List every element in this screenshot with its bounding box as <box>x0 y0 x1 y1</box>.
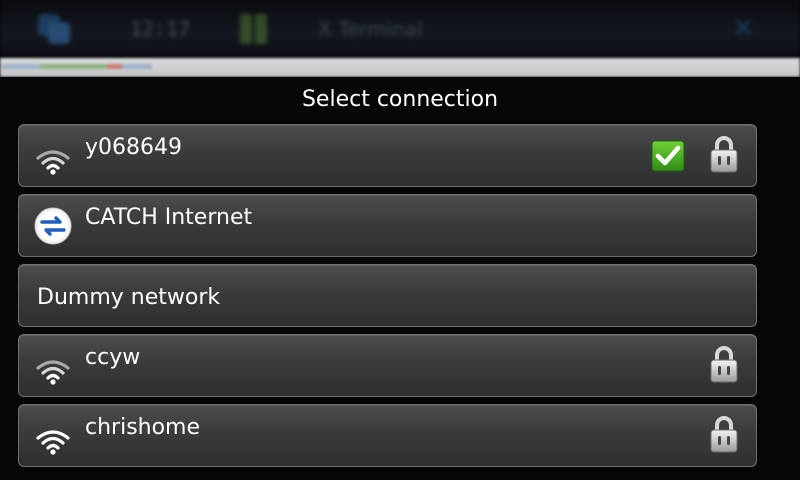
padlock-icon <box>710 416 738 453</box>
connection-name: CATCH Internet <box>85 205 253 230</box>
app-switcher-icon[interactable] <box>38 14 78 44</box>
checkmark-icon <box>651 140 685 172</box>
terminal-background <box>0 58 800 77</box>
connection-row-catch-internet[interactable]: CATCH Internet <box>18 194 757 257</box>
padlock-icon <box>710 136 738 173</box>
cellular-data-icon <box>34 207 72 245</box>
wifi-signal-icon <box>36 150 70 175</box>
close-icon[interactable]: ✕ <box>728 14 758 44</box>
wifi-signal-icon <box>36 360 70 385</box>
connection-name: ccyw <box>85 345 141 370</box>
status-bar: 12:17 X Terminal ✕ <box>0 0 800 58</box>
app-title[interactable]: X Terminal <box>318 14 478 44</box>
wifi-signal-icon <box>36 430 70 455</box>
connection-row-dummy-network[interactable]: Dummy network <box>18 264 757 327</box>
connection-row-y068649[interactable]: y068649 <box>18 124 757 187</box>
screen: 12:17 X Terminal ✕ Select connection y06… <box>0 0 800 480</box>
select-connection-dialog: Select connection y068649 CATCH Internet… <box>0 77 800 480</box>
connection-row-chrishome[interactable]: chrishome <box>18 404 757 467</box>
connection-row-ccyw[interactable]: ccyw <box>18 334 757 397</box>
connection-name: Dummy network <box>37 285 221 310</box>
battery-icon <box>240 14 280 44</box>
padlock-icon <box>710 346 738 383</box>
connection-name: chrishome <box>85 415 201 440</box>
dialog-title: Select connection <box>301 87 499 112</box>
connection-name: y068649 <box>85 135 183 160</box>
clock: 12:17 <box>130 17 191 41</box>
